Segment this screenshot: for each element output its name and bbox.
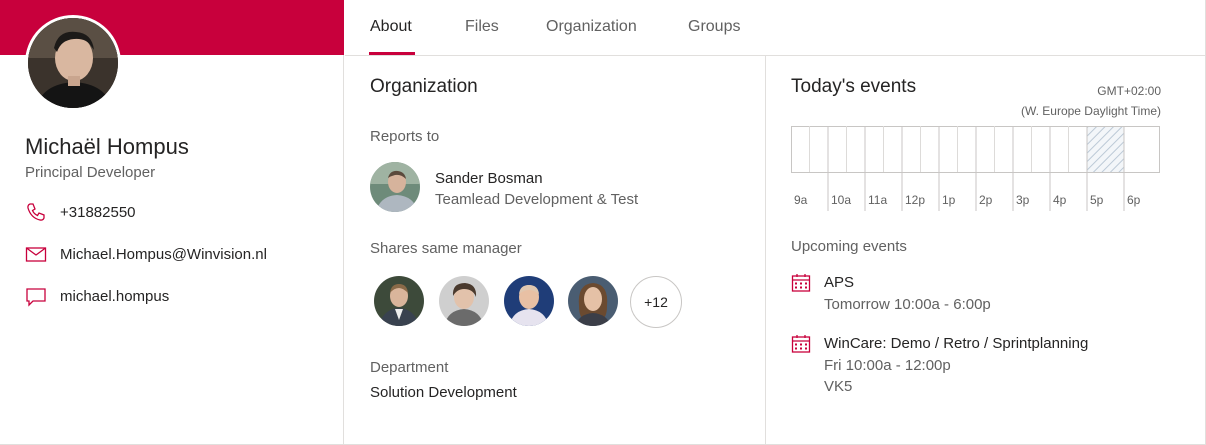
- phone-number: +31882550: [60, 203, 136, 221]
- busy-block: [1086, 126, 1125, 173]
- active-tab-indicator: [369, 52, 415, 55]
- reports-to-label: Reports to: [370, 128, 440, 145]
- hour-label: 12p: [905, 193, 925, 207]
- manager-title: Teamlead Development & Test: [435, 191, 639, 208]
- tab-about[interactable]: About: [370, 18, 412, 36]
- peer-avatar[interactable]: [439, 276, 489, 326]
- tab-groups[interactable]: Groups: [688, 18, 740, 36]
- event-title[interactable]: WinCare: Demo / Retro / Sprintplanning: [824, 335, 1088, 352]
- tab-organization[interactable]: Organization: [546, 18, 637, 36]
- hour-label: 1p: [942, 193, 956, 207]
- department-label: Department: [370, 359, 449, 376]
- email-contact[interactable]: Michael.Hompus@Winvision.nl: [25, 243, 267, 265]
- manager-avatar[interactable]: [370, 162, 420, 212]
- timezone-name: (W. Europe Daylight Time): [1020, 104, 1161, 118]
- profile-card: Michaël Hompus Principal Developer +3188…: [0, 0, 1206, 445]
- tab-files[interactable]: Files: [465, 18, 499, 36]
- hour-label: 11a: [868, 193, 887, 207]
- calendar-icon: [791, 335, 811, 353]
- hour-label: 3p: [1016, 193, 1030, 207]
- event-title[interactable]: APS: [824, 274, 854, 291]
- upcoming-label: Upcoming events: [791, 238, 907, 255]
- hour-label: 6p: [1127, 193, 1141, 207]
- avatar: [25, 15, 121, 111]
- peer-avatar[interactable]: [374, 276, 424, 326]
- phone-contact[interactable]: +31882550: [25, 201, 136, 223]
- hour-label: 4p: [1053, 193, 1067, 207]
- profile-panel: Michaël Hompus Principal Developer +3188…: [0, 0, 344, 445]
- chat-handle: michael.hompus: [60, 287, 170, 305]
- hour-label: 9a: [794, 193, 808, 207]
- event-location: VK5: [824, 378, 853, 395]
- event-time: Tomorrow 10:00a - 6:00p: [824, 296, 991, 313]
- more-peers-button[interactable]: +12: [630, 276, 682, 328]
- hour-label: 5p: [1090, 193, 1104, 207]
- department-value: Solution Development: [370, 384, 517, 401]
- timezone-offset: GMT+02:00: [1097, 84, 1161, 98]
- hour-label: 10a: [831, 193, 851, 207]
- chat-icon: [25, 285, 47, 307]
- organization-heading: Organization: [370, 76, 478, 97]
- manager-name[interactable]: Sander Bosman: [435, 170, 543, 187]
- calendar-icon: [791, 274, 811, 292]
- organization-section: Organization Reports to Sander Bosman Te…: [345, 56, 766, 445]
- mail-icon: [25, 243, 47, 265]
- events-section: Today's events GMT+02:00 (W. Europe Dayl…: [766, 56, 1206, 445]
- shares-manager-label: Shares same manager: [370, 240, 522, 257]
- profile-job-title: Principal Developer: [25, 164, 156, 181]
- event-time: Fri 10:00a - 12:00p: [824, 357, 951, 374]
- profile-name: Michaël Hompus: [25, 134, 189, 159]
- email-address: Michael.Hompus@Winvision.nl: [60, 245, 267, 263]
- peer-avatar[interactable]: [568, 276, 618, 326]
- chat-contact[interactable]: michael.hompus: [25, 285, 169, 307]
- day-timeline: 9a 10a 11a 12p 1p 2p 3p 4p 5p 6p: [791, 126, 1160, 211]
- hour-label: 2p: [979, 193, 993, 207]
- events-heading: Today's events: [791, 76, 917, 97]
- peer-avatar[interactable]: [504, 276, 554, 326]
- phone-icon: [25, 201, 47, 223]
